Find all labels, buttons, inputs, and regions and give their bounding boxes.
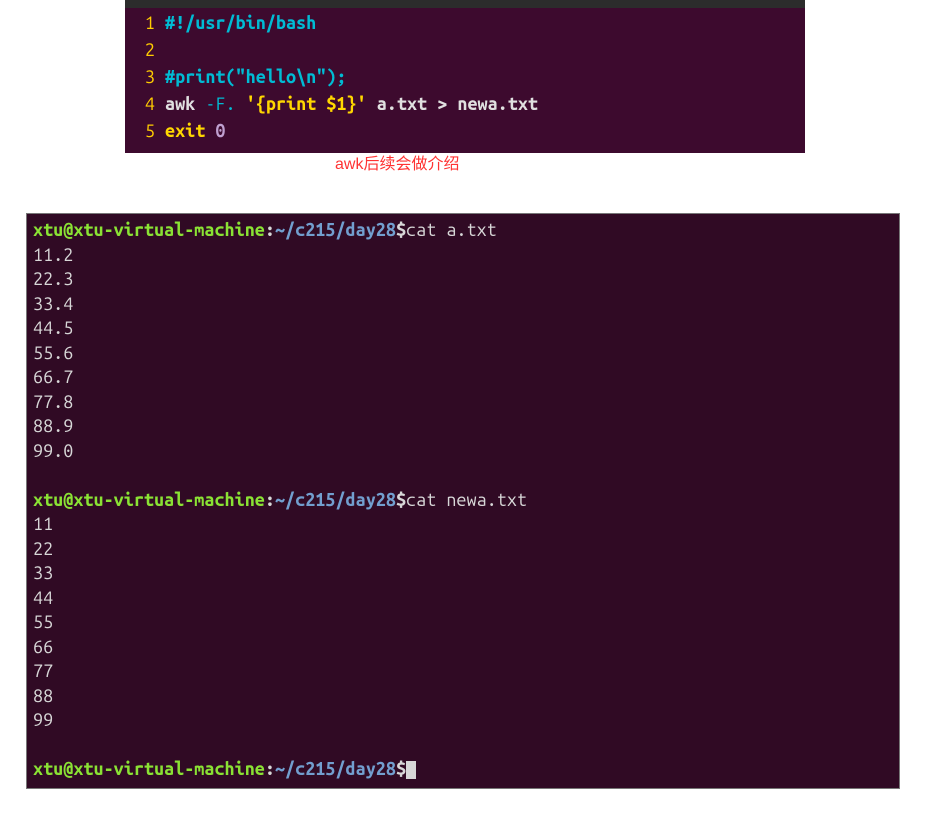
output-line: 99 [33, 708, 893, 733]
prompt-dollar: $ [396, 759, 406, 779]
output-line: 55 [33, 610, 893, 635]
line-number: 4 [125, 91, 165, 118]
output-line: 99.0 [33, 439, 893, 464]
prompt-at: @ [63, 490, 73, 510]
line-number: 1 [125, 10, 165, 37]
code-line[interactable]: 1#!/usr/bin/bash [125, 10, 805, 37]
command-text[interactable]: cat a.txt [406, 220, 497, 240]
code-token: awk [165, 94, 205, 114]
code-line[interactable]: 2 [125, 37, 805, 64]
output-line: 33.4 [33, 292, 893, 317]
command-text[interactable]: cat newa.txt [406, 490, 527, 510]
prompt-path: ~/c215/day28 [275, 759, 396, 779]
prompt-user: xtu [33, 220, 63, 240]
line-number: 2 [125, 37, 165, 64]
prompt-line[interactable]: xtu@xtu-virtual-machine:~/c215/day28$cat… [33, 488, 893, 513]
output-line: 44 [33, 586, 893, 611]
code-line[interactable]: 3#print("hello\n"); [125, 64, 805, 91]
prompt-user: xtu [33, 759, 63, 779]
output-line: 66 [33, 635, 893, 660]
code-token: exit [165, 121, 205, 141]
prompt-line[interactable]: xtu@xtu-virtual-machine:~/c215/day28$cat… [33, 218, 893, 243]
prompt-colon: : [265, 490, 275, 510]
prompt-dollar: $ [396, 220, 406, 240]
prompt-host: xtu-virtual-machine [73, 490, 265, 510]
code-token [205, 121, 215, 141]
cursor-icon [406, 761, 416, 779]
prompt-line[interactable]: xtu@xtu-virtual-machine:~/c215/day28$ [33, 757, 893, 782]
prompt-at: @ [63, 220, 73, 240]
code-token: -F. [205, 94, 235, 114]
code-token: #!/usr/bin/bash [165, 13, 316, 33]
annotation-text: awk后续会做介绍 [335, 150, 459, 174]
prompt-at: @ [63, 759, 73, 779]
prompt-host: xtu-virtual-machine [73, 220, 265, 240]
panel-spacer [0, 153, 926, 213]
terminal-wrap: xtu@xtu-virtual-machine:~/c215/day28$cat… [26, 213, 900, 789]
code-text: #print("hello\n"); [165, 64, 805, 91]
prompt-colon: : [265, 220, 275, 240]
editor-titlebar [125, 0, 805, 8]
code-line[interactable]: 5exit 0 [125, 118, 805, 145]
prompt-path: ~/c215/day28 [275, 490, 396, 510]
output-line: 44.5 [33, 316, 893, 341]
code-text: #!/usr/bin/bash [165, 10, 805, 37]
prompt-colon: : [265, 759, 275, 779]
code-editor-panel: 1#!/usr/bin/bash23#print("hello\n");4awk… [125, 0, 805, 153]
prompt-host: xtu-virtual-machine [73, 759, 265, 779]
output-line: 77.8 [33, 390, 893, 415]
output-line: 22 [33, 537, 893, 562]
code-text [165, 37, 805, 64]
code-token: 0 [215, 121, 225, 141]
code-token: a.txt > newa.txt [367, 94, 538, 114]
prompt-path: ~/c215/day28 [275, 220, 396, 240]
output-line: 33 [33, 561, 893, 586]
output-line: 22.3 [33, 267, 893, 292]
output-line: 11 [33, 512, 893, 537]
code-token [236, 94, 246, 114]
line-number: 5 [125, 118, 165, 145]
output-line [33, 463, 893, 488]
code-token: '{print $1}' [246, 94, 367, 114]
output-line: 55.6 [33, 341, 893, 366]
terminal-panel[interactable]: xtu@xtu-virtual-machine:~/c215/day28$cat… [27, 214, 899, 788]
output-line: 11.2 [33, 243, 893, 268]
code-token: #print("hello\n"); [165, 67, 346, 87]
prompt-dollar: $ [396, 490, 406, 510]
output-line [33, 733, 893, 758]
output-line: 77 [33, 659, 893, 684]
prompt-user: xtu [33, 490, 63, 510]
output-line: 88 [33, 684, 893, 709]
code-line[interactable]: 4awk -F. '{print $1}' a.txt > newa.txt [125, 91, 805, 118]
line-number: 3 [125, 64, 165, 91]
output-line: 66.7 [33, 365, 893, 390]
code-text: exit 0 [165, 118, 805, 145]
code-text: awk -F. '{print $1}' a.txt > newa.txt [165, 91, 805, 118]
output-line: 88.9 [33, 414, 893, 439]
editor-content[interactable]: 1#!/usr/bin/bash23#print("hello\n");4awk… [125, 8, 805, 153]
